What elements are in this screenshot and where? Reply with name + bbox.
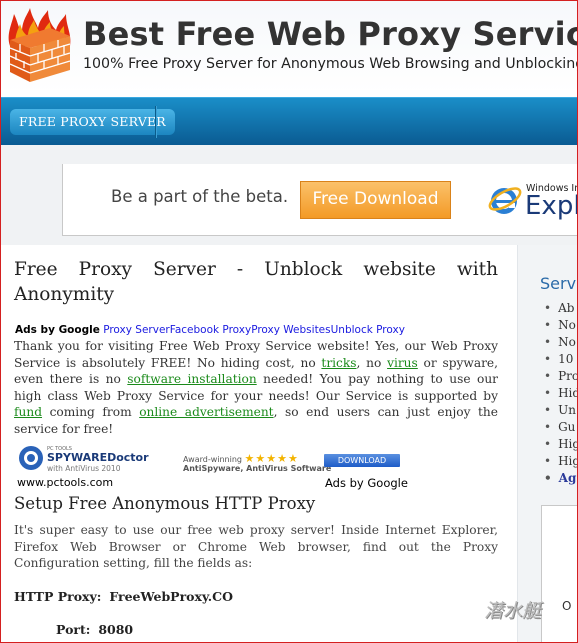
ad-link-unblock-proxy[interactable]: Unblock Proxy — [331, 324, 405, 336]
nav-separator — [155, 106, 156, 138]
banner-area: Be a part of the beta. Free Download Win… — [1, 145, 577, 245]
ad2-award-sub: AntiSpyware, AntiVirus Software — [183, 464, 332, 473]
link-tricks[interactable]: tricks — [321, 356, 356, 370]
sidebar-box-text: O — [562, 599, 572, 613]
ad2-ads-by-google[interactable]: Ads by Google — [325, 476, 408, 490]
port-label: Port: — [56, 622, 91, 637]
http-proxy-label: HTTP Proxy: — [14, 589, 102, 604]
page-title: Free Proxy Server - Unblock website with… — [14, 259, 498, 305]
http-proxy-line: HTTP Proxy: FreeWebProxy.CO — [14, 589, 233, 604]
sidebar-item: 10 — [544, 351, 577, 368]
ad2-brand-sub: with AntiVirus 2010 — [47, 464, 121, 473]
free-download-button[interactable]: Free Download — [300, 181, 451, 219]
link-fund[interactable]: fund — [14, 405, 42, 419]
sidebar-item: Un — [544, 402, 577, 419]
ad-link-facebook-proxy[interactable]: Facebook Proxy — [170, 324, 251, 336]
sidebar-item: Pro — [544, 368, 577, 385]
port-value: 8080 — [98, 622, 134, 637]
sidebar-item-highlight[interactable]: Ag — [544, 470, 577, 487]
intro-text: , no — [356, 355, 388, 370]
main-content: Free Proxy Server - Unblock website with… — [1, 245, 513, 642]
site-subtitle: 100% Free Proxy Server for Anonymous Web… — [83, 56, 578, 72]
ad2-download-button[interactable]: DOWNLOAD — [324, 454, 400, 467]
ad-link-proxy-websites[interactable]: Proxy Websites — [251, 324, 330, 336]
sidebar-item: Gu — [544, 419, 577, 436]
http-proxy-value: FreeWebProxy.CO — [109, 589, 233, 604]
watermark: 潜水艇 — [484, 600, 542, 622]
intro-text: coming from — [42, 405, 140, 419]
google-ads-row: Ads by Google Proxy ServerFacebook Proxy… — [15, 324, 407, 336]
link-software-installation[interactable]: software installation — [127, 372, 256, 386]
sidebar-title: Servi — [540, 274, 578, 293]
browser-frame: Best Free Web Proxy Service 100% Free Pr… — [0, 0, 578, 643]
main-navigation: FREE PROXY SERVER — [1, 97, 577, 146]
site-title[interactable]: Best Free Web Proxy Service — [83, 15, 577, 53]
sidebar-item: No — [544, 334, 577, 351]
sidebar-item: No — [544, 317, 577, 334]
sidebar-item: Ab — [544, 300, 577, 317]
port-line: Port: 8080 — [56, 622, 133, 637]
sidebar: Servi Ab No No 10 Pro Hid Un Gu Hig Hig … — [517, 245, 578, 642]
sidebar-item: Hid — [544, 385, 577, 402]
spyware-doctor-ad[interactable]: PC TOOLS SPYWAREDoctor with AntiVirus 20… — [17, 442, 408, 492]
ad-banner[interactable]: Be a part of the beta. Free Download Win… — [62, 164, 577, 236]
link-virus[interactable]: virus — [387, 356, 418, 370]
ad2-award-text: Award-winning — [183, 455, 242, 464]
intro-paragraph: Thank you for visiting Free Web Proxy Se… — [14, 338, 498, 437]
nav-item-free-proxy-server[interactable]: FREE PROXY SERVER — [10, 109, 175, 135]
ad-link-proxy-server[interactable]: Proxy Server — [103, 324, 170, 336]
sidebar-box — [541, 505, 577, 642]
link-online-advertisement[interactable]: online advertisement — [139, 405, 273, 419]
ads-by-google-label[interactable]: Ads by Google — [15, 324, 100, 336]
sidebar-item: Hig — [544, 436, 577, 453]
setup-heading: Setup Free Anonymous HTTP Proxy — [14, 494, 316, 513]
brick-firewall-icon — [8, 8, 71, 82]
ad2-brand-name: SPYWAREDoctor — [47, 451, 149, 464]
ie-brand-big: Explo — [525, 191, 577, 221]
ad2-url[interactable]: www.pctools.com — [17, 476, 113, 489]
sidebar-item: Hig — [544, 453, 577, 470]
sidebar-list: Ab No No 10 Pro Hid Un Gu Hig Hig Ag — [544, 300, 577, 487]
setup-paragraph: It's super easy to use our free web prox… — [14, 523, 498, 570]
site-header: Best Free Web Proxy Service 100% Free Pr… — [1, 1, 578, 93]
internet-explorer-icon — [488, 187, 522, 214]
banner-text: Be a part of the beta. — [111, 187, 289, 206]
spyware-doctor-logo: PC TOOLS SPYWAREDoctor with AntiVirus 20… — [19, 446, 149, 473]
